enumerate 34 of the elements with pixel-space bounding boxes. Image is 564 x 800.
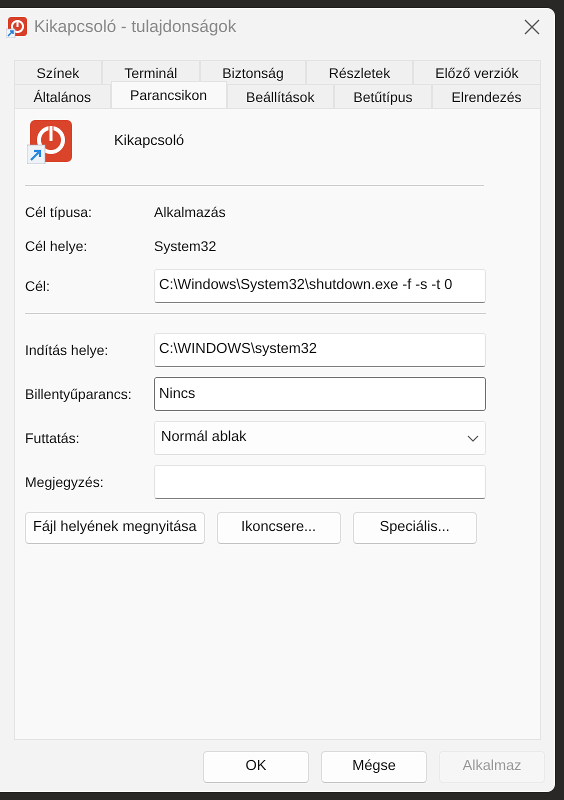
dropdown[interactable]: Normál ablak: [154, 421, 486, 455]
dialog-button[interactable]: Mégse: [321, 751, 427, 783]
text-field[interactable]: [154, 465, 486, 499]
chevron-down-icon: [467, 434, 479, 442]
field-label: Cél típusa:: [25, 202, 93, 222]
shortcut-name: Kikapcsoló: [114, 132, 184, 152]
tab[interactable]: Betűtípus: [334, 84, 432, 108]
tab[interactable]: Részletek: [306, 60, 413, 84]
tab[interactable]: Színek: [14, 60, 102, 84]
text-field[interactable]: C:\WINDOWS\system32: [154, 333, 486, 367]
action-button[interactable]: Fájl helyének megnyitása: [25, 512, 205, 544]
field-label: Megjegyzés:: [25, 472, 105, 492]
app-icon: [6, 16, 28, 38]
tab[interactable]: Beállítások: [226, 84, 334, 108]
tab[interactable]: Biztonság: [200, 60, 306, 84]
field-value: Alkalmazás: [154, 202, 226, 222]
field-label: Billentyűparancs:: [25, 384, 133, 404]
text-field[interactable]: C:\Windows\System32\shutdown.exe -f -s -t 0: [154, 269, 486, 303]
field-label: Cél helye:: [25, 236, 88, 256]
field-label: Cél:: [25, 276, 51, 296]
tab[interactable]: Általános: [14, 84, 111, 108]
field-value: System32: [154, 236, 216, 256]
shortcut-icon: [27, 120, 72, 164]
dialog-button[interactable]: OK: [203, 751, 309, 783]
action-button[interactable]: Ikoncsere...: [216, 512, 341, 544]
hotkey-field[interactable]: Nincs: [154, 377, 486, 411]
field-label: Indítás helye:: [25, 340, 110, 360]
field-label: Futtatás:: [25, 428, 80, 448]
tab[interactable]: Előző verziók: [412, 60, 542, 84]
close-icon: [524, 19, 540, 35]
action-button[interactable]: Speciális...: [352, 512, 477, 544]
tab[interactable]: Parancsikon: [110, 81, 227, 108]
tab[interactable]: Elrendezés: [432, 84, 542, 108]
window-title: Kikapcsoló - tulajdonságok: [34, 16, 238, 38]
